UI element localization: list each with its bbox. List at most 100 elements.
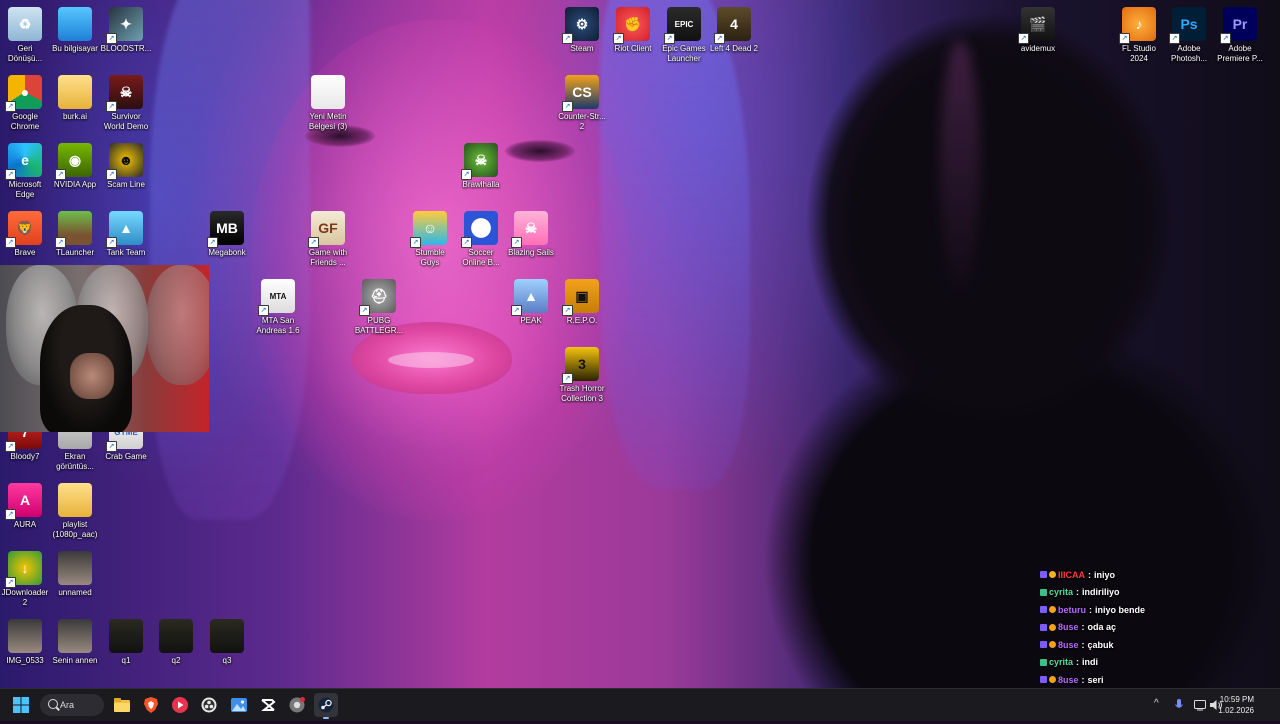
file-explorer-taskbar-button[interactable] bbox=[110, 693, 134, 717]
brave-taskbar-button[interactable] bbox=[139, 693, 163, 717]
desktop-icon[interactable]: q1 bbox=[99, 617, 153, 666]
chat-text: indi bbox=[1082, 657, 1099, 668]
microphone-icon[interactable] bbox=[1175, 699, 1183, 711]
desktop-icon-label: Steam bbox=[570, 44, 594, 53]
photos-taskbar-button[interactable] bbox=[227, 693, 251, 717]
desktop-icon[interactable]: 🦁 ↗ Brave bbox=[0, 209, 52, 258]
chat-text: oda aç bbox=[1087, 622, 1117, 633]
blazing-sails-icon: ☠ ↗ bbox=[511, 211, 548, 248]
obs-taskbar-button[interactable] bbox=[197, 693, 221, 717]
desktop-icon[interactable]: ✊ ↗ Riot Client bbox=[606, 5, 660, 54]
taskbar-clock[interactable]: 10:59 PM 1.02.2026 bbox=[1218, 694, 1254, 716]
network-icon[interactable] bbox=[1194, 699, 1206, 711]
tank-team-icon: ▲ ↗ bbox=[106, 211, 143, 248]
desktop-icon[interactable]: ♻ Geri Dönüşü... bbox=[0, 5, 52, 64]
desktop-icon[interactable]: IMG_0533 bbox=[0, 617, 52, 666]
desktop-icon[interactable]: playlist (1080p_aac) bbox=[48, 481, 102, 540]
desktop-icon[interactable]: burk.ai bbox=[48, 73, 102, 122]
desktop-icon[interactable]: ▲ ↗ PEAK bbox=[504, 277, 558, 326]
desktop-icon-label: Tank Team bbox=[106, 248, 146, 257]
desktop-icon-label: Brave bbox=[14, 248, 36, 257]
desktop-icon[interactable]: Yeni Metin Belgesi (3) bbox=[301, 73, 355, 132]
desktop-icon[interactable]: ♪ ↗ FL Studio 2024 bbox=[1112, 5, 1166, 64]
desktop-icon[interactable]: B ↗ Soccer Online B... bbox=[454, 209, 508, 268]
capcut-taskbar-button[interactable] bbox=[256, 693, 280, 717]
desktop-icon[interactable]: ▣ ↗ R.E.P.O. bbox=[555, 277, 609, 326]
clock-date: 1.02.2026 bbox=[1218, 706, 1254, 715]
desktop-icon[interactable]: 3 ↗ Trash Horror Collection 3 bbox=[555, 345, 609, 404]
desktop-icon-label: Microsoft Edge bbox=[8, 180, 42, 199]
shortcut-arrow-icon: ↗ bbox=[562, 33, 573, 44]
desktop-icon-label: Bloody7 bbox=[10, 452, 40, 461]
desktop-icon-label: Adobe Premiere P... bbox=[1217, 44, 1263, 63]
shortcut-arrow-icon: ↗ bbox=[55, 237, 66, 248]
shortcut-arrow-icon: ↗ bbox=[410, 237, 421, 248]
tray-overflow-chevron-icon[interactable]: ^ bbox=[1154, 698, 1159, 709]
shortcut-arrow-icon: ↗ bbox=[562, 305, 573, 316]
chat-separator: : bbox=[1088, 569, 1091, 580]
shortcut-arrow-icon: ↗ bbox=[5, 101, 16, 112]
peak-icon: ▲ ↗ bbox=[511, 279, 548, 316]
chat-separator: : bbox=[1089, 604, 1092, 615]
desktop-icon[interactable]: ↓ ↗ JDownloader 2 bbox=[0, 549, 52, 608]
desktop-icon[interactable]: ✦ ↗ BLOODSTR... bbox=[99, 5, 153, 54]
desktop-icon[interactable]: ◉ ↗ NVIDIA App bbox=[48, 141, 102, 190]
desktop-icon[interactable]: MB ↗ Megabonk bbox=[200, 209, 254, 258]
shortcut-arrow-icon: ↗ bbox=[106, 101, 117, 112]
chat-badge-icon bbox=[1040, 571, 1047, 579]
desktop-icon[interactable]: MTA ↗ MTA San Andreas 1.6 bbox=[251, 277, 305, 336]
shortcut-arrow-icon: ↗ bbox=[1018, 33, 1029, 44]
desktop-icon-label: TLauncher bbox=[55, 248, 95, 257]
chat-username: 8use bbox=[1058, 674, 1079, 685]
steam-taskbar-button[interactable] bbox=[314, 693, 338, 719]
desktop-icon[interactable]: ⛑ ↗ PUBG BATTLEGR... bbox=[352, 277, 406, 336]
desktop-icon[interactable]: e ↗ Microsoft Edge bbox=[0, 141, 52, 200]
scam-line-icon: ☻ ↗ bbox=[106, 143, 143, 180]
desktop-icon[interactable]: ☻ ↗ Scam Line bbox=[99, 141, 153, 190]
chat-badge-icon bbox=[1049, 606, 1056, 614]
desktop-icon[interactable]: ▲ ↗ Tank Team bbox=[99, 209, 153, 258]
desktop-icon[interactable]: CS ↗ Counter-Str... 2 bbox=[555, 73, 609, 132]
desktop-icon[interactable]: ⚙ ↗ Steam bbox=[555, 5, 609, 54]
desktop-icon[interactable]: unnamed bbox=[48, 549, 102, 598]
media-player-taskbar-button[interactable] bbox=[168, 693, 192, 717]
desktop-icon-label: JDownloader 2 bbox=[1, 588, 49, 607]
desktop-icon[interactable]: 🎬 ↗ avidemux bbox=[1011, 5, 1065, 54]
desktop-icon[interactable]: Senin annen bbox=[48, 617, 102, 666]
desktop-icon[interactable]: ↗ TLauncher bbox=[48, 209, 102, 258]
desktop-icon[interactable]: ☠ ↗ Blazing Sails bbox=[504, 209, 558, 258]
desktop-icon[interactable]: q2 bbox=[149, 617, 203, 666]
desktop-icon[interactable]: ● ↗ Google Chrome bbox=[0, 73, 52, 132]
chat-username: 8use bbox=[1058, 622, 1079, 633]
desktop-icon[interactable]: 4 ↗ Left 4 Dead 2 bbox=[707, 5, 761, 54]
desktop-icon[interactable]: Pr ↗ Adobe Premiere P... bbox=[1213, 5, 1267, 64]
desktop-icon[interactable]: ☠ ↗ Brawlhalla bbox=[454, 141, 508, 190]
shortcut-arrow-icon: ↗ bbox=[207, 237, 218, 248]
shortcut-arrow-icon: ↗ bbox=[106, 237, 117, 248]
fl-studio-icon: ♪ ↗ bbox=[1119, 7, 1156, 44]
chat-message: 8use: çabuk bbox=[1040, 636, 1240, 654]
desktop-icon-label: BLOODSTR... bbox=[100, 44, 152, 53]
desktop-icon-label: FL Studio 2024 bbox=[1122, 44, 1156, 63]
start-button[interactable] bbox=[9, 693, 33, 717]
chat-username: 8use bbox=[1058, 639, 1079, 650]
capcut-icon bbox=[261, 699, 276, 711]
desktop-icon[interactable]: q3 bbox=[200, 617, 254, 666]
desktop-icon[interactable]: ☺ ↗ Stumble Guys bbox=[403, 209, 457, 268]
steam-icon bbox=[318, 697, 334, 713]
desktop-icon[interactable]: EPIC ↗ Epic Games Launcher bbox=[657, 5, 711, 64]
desktop-icon[interactable]: A ↗ AURA bbox=[0, 481, 52, 530]
chat-badge-icon bbox=[1049, 641, 1056, 649]
image-file-icon bbox=[58, 619, 92, 653]
desktop-icon-label: Adobe Photosh... bbox=[1170, 44, 1208, 63]
chat-text: iniyo bende bbox=[1095, 604, 1146, 615]
taskbar-search[interactable]: Ara bbox=[40, 694, 104, 716]
desktop-icon[interactable]: ☠ ↗ Survivor World Demo bbox=[99, 73, 153, 132]
desktop-icon[interactable]: Bu bilgisayar bbox=[48, 5, 102, 54]
chrome-taskbar-button[interactable] bbox=[285, 693, 309, 717]
desktop-icon[interactable]: GF ↗ Game with Friends ... bbox=[301, 209, 355, 268]
shortcut-arrow-icon: ↗ bbox=[106, 169, 117, 180]
chat-badge-icon bbox=[1040, 623, 1047, 631]
shortcut-arrow-icon: ↗ bbox=[1119, 33, 1130, 44]
desktop-icon[interactable]: Ps ↗ Adobe Photosh... bbox=[1162, 5, 1216, 64]
